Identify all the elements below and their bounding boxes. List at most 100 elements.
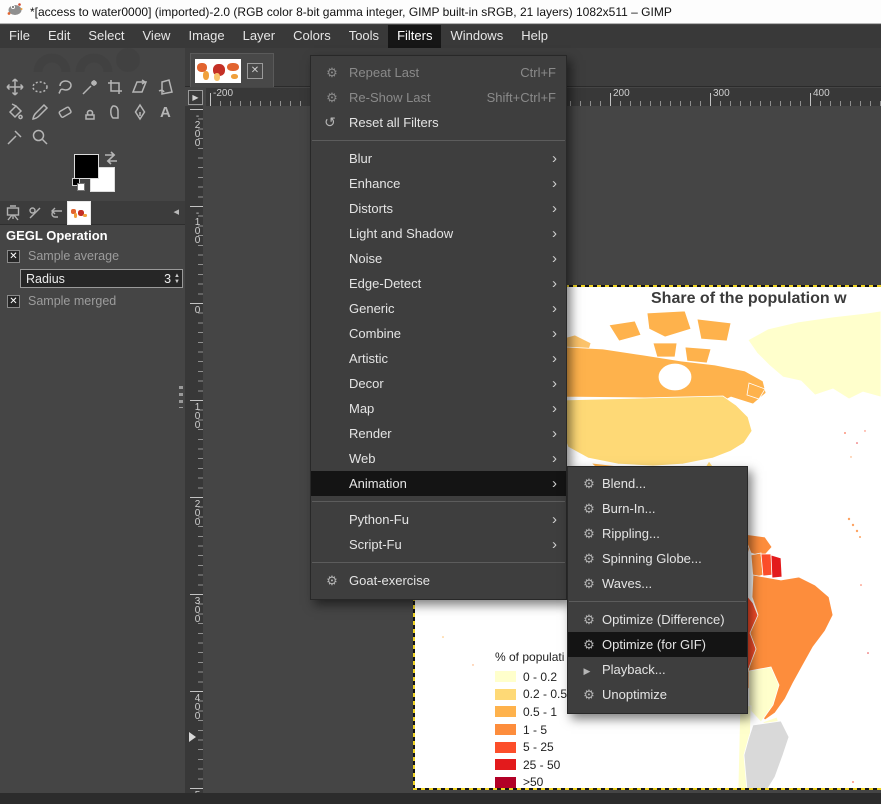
ink-tool[interactable] — [127, 99, 152, 124]
tab-tool-options[interactable] — [2, 202, 24, 224]
gears-icon — [578, 661, 596, 679]
smudge-tool[interactable] — [102, 99, 127, 124]
menu-item-submenu[interactable]: Python-Fu › — [311, 507, 566, 532]
chevron-right-icon: › — [552, 326, 566, 341]
menu-item-submenu[interactable]: Combine › — [311, 321, 566, 346]
shortcut-label: Shift+Ctrl+F — [487, 90, 566, 105]
chevron-right-icon: › — [552, 151, 566, 166]
menu-item[interactable]: Reset all Filters — [311, 110, 566, 135]
titlebar[interactable]: *[access to water0000] (imported)-2.0 (R… — [0, 0, 881, 24]
submenu-item[interactable]: Burn-In... — [568, 496, 747, 521]
image-menu-button[interactable]: ▶ — [188, 90, 203, 105]
submenu-item[interactable]: Waves... — [568, 571, 747, 596]
menu-item[interactable]: Re-Show Last Shift+Ctrl+F — [311, 85, 566, 110]
menu-item-submenu[interactable]: Light and Shadow › — [311, 221, 566, 246]
perspective-tool[interactable] — [152, 74, 177, 99]
tab-device-status[interactable] — [24, 202, 46, 224]
ruler-label: 0 — [185, 303, 203, 400]
submenu-item[interactable]: Optimize (Difference) — [568, 607, 747, 632]
menu-separator — [569, 601, 746, 602]
ellipse-select-tool[interactable] — [27, 74, 52, 99]
wilber-watermark — [28, 42, 148, 78]
close-tab-icon[interactable]: ✕ — [247, 63, 263, 79]
gears-icon — [321, 114, 339, 132]
text-tool[interactable]: A — [152, 99, 177, 124]
submenu-item[interactable]: Blend... — [568, 471, 747, 496]
clone-tool[interactable] — [77, 99, 102, 124]
ruler-label: 400 — [810, 88, 881, 99]
tab-image[interactable] — [68, 202, 90, 224]
layer-boundary-bottom — [413, 788, 881, 790]
menubar-item[interactable]: Tools — [340, 25, 388, 48]
zoom-tool[interactable] — [27, 124, 52, 149]
legend-label: 0.5 - 1 — [523, 705, 557, 719]
menu-item-submenu[interactable]: Noise › — [311, 246, 566, 271]
menu-item-submenu[interactable]: Distorts › — [311, 196, 566, 221]
legend-title: % of populati — [495, 650, 567, 664]
menu-item-submenu[interactable]: Edge-Detect › — [311, 271, 566, 296]
menubar-item[interactable]: Layer — [234, 25, 285, 48]
gears-icon — [578, 475, 596, 493]
menu-item-submenu[interactable]: Web › — [311, 446, 566, 471]
chevron-right-icon: › — [552, 476, 566, 491]
menubar-item[interactable]: Help — [512, 25, 557, 48]
chevron-right-icon: › — [552, 301, 566, 316]
shear-tool[interactable] — [127, 74, 152, 99]
submenu-item[interactable]: Playback... — [568, 657, 747, 682]
menu-item-submenu[interactable]: Blur › — [311, 146, 566, 171]
gears-icon — [321, 64, 339, 82]
menu-item[interactable]: Repeat Last Ctrl+F — [311, 60, 566, 85]
image-thumbnail — [70, 207, 88, 219]
tab-undo-history[interactable] — [46, 202, 68, 224]
menu-item-submenu[interactable]: Decor › — [311, 371, 566, 396]
legend-swatch — [495, 742, 516, 753]
swap-colors-icon[interactable] — [103, 151, 119, 165]
chevron-right-icon: › — [552, 512, 566, 527]
sample-average-checkbox[interactable]: ✕ — [7, 250, 20, 263]
menu-item-submenu[interactable]: Enhance › — [311, 171, 566, 196]
sample-merged-checkbox[interactable]: ✕ — [7, 295, 20, 308]
collapse-dock-icon[interactable]: ◂ — [173, 205, 179, 218]
sample-merged-label: Sample merged — [28, 294, 116, 308]
legend-label: 5 - 25 — [523, 740, 554, 754]
eraser-tool[interactable] — [52, 99, 77, 124]
menubar-item[interactable]: Windows — [441, 25, 512, 48]
chevron-right-icon: › — [552, 376, 566, 391]
toolbox-panel: A — [0, 48, 185, 793]
chevron-right-icon: › — [552, 276, 566, 291]
submenu-item[interactable]: Spinning Globe... — [568, 546, 747, 571]
menu-item-submenu[interactable]: Animation › — [311, 471, 566, 496]
menu-item-submenu[interactable]: Generic › — [311, 296, 566, 321]
free-select-tool[interactable] — [52, 74, 77, 99]
gegl-operation-panel: GEGL Operation ✕ Sample average Radius 3… — [0, 226, 185, 311]
radius-label: Radius — [26, 272, 164, 286]
menu-item-submenu[interactable]: Artistic › — [311, 346, 566, 371]
radius-spinner[interactable]: Radius 3 ▲▼ — [20, 269, 183, 288]
spinner-arrows-icon[interactable]: ▲▼ — [174, 273, 180, 285]
map-legend: % of populati 0 - 0.2 0.2 - 0.5 0.5 - 1 — [495, 650, 567, 790]
bucket-fill-tool[interactable] — [2, 99, 27, 124]
menu-item-goat-exercise[interactable]: Goat-exercise — [311, 568, 566, 593]
menubar-item[interactable]: Colors — [284, 25, 340, 48]
sample-average-label: Sample average — [28, 249, 119, 263]
color-picker-tool[interactable] — [2, 124, 27, 149]
submenu-item[interactable]: Optimize (for GIF) — [568, 632, 747, 657]
vertical-ruler[interactable]: -200 -100 0 100 200 300 400 500 — [185, 106, 203, 793]
move-tool[interactable] — [2, 74, 27, 99]
menubar-item[interactable]: Filters — [388, 25, 441, 48]
menu-item-submenu[interactable]: Render › — [311, 421, 566, 446]
submenu-item[interactable]: Rippling... — [568, 521, 747, 546]
legend-label: 0 - 0.2 — [523, 670, 557, 684]
image-window-tab[interactable]: ✕ — [190, 53, 274, 87]
menu-item-submenu[interactable]: Script-Fu › — [311, 532, 566, 557]
crop-tool[interactable] — [102, 74, 127, 99]
menu-item-submenu[interactable]: Map › — [311, 396, 566, 421]
fuzzy-select-tool[interactable] — [77, 74, 102, 99]
menubar-item[interactable]: Image — [179, 25, 233, 48]
paintbrush-tool[interactable] — [27, 99, 52, 124]
foreground-color-swatch[interactable] — [74, 154, 99, 179]
default-colors-icon[interactable] — [72, 178, 86, 192]
panel-splitter-handle[interactable] — [179, 386, 183, 408]
submenu-item[interactable]: Unoptimize — [568, 682, 747, 707]
legend-swatch — [495, 689, 516, 700]
